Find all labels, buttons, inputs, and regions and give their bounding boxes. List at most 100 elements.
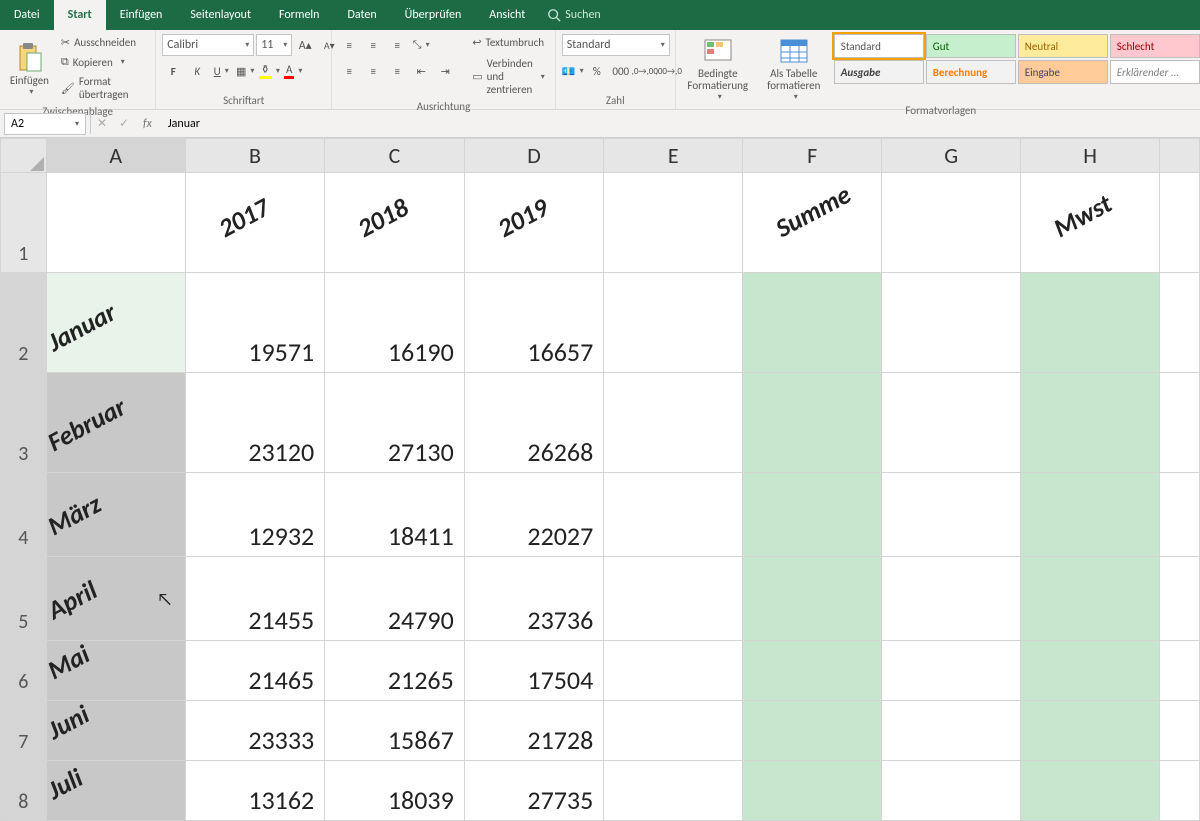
style-berechnung[interactable]: Berechnung (926, 60, 1016, 84)
enter-formula-button[interactable]: ✓ (113, 113, 135, 135)
cell-E7[interactable] (604, 701, 743, 761)
cell-A6[interactable]: Mai (46, 641, 185, 701)
col-header-G[interactable]: G (882, 139, 1021, 173)
cell-A4[interactable]: März (46, 473, 185, 557)
increase-font-button[interactable]: A▴ (294, 34, 316, 56)
merge-center-button[interactable]: ▭Verbinden und zentrieren▾ (468, 55, 549, 98)
cell-B2[interactable]: 19571 (185, 273, 325, 373)
cell-A2[interactable]: Januar (46, 273, 185, 373)
italic-button[interactable]: K (186, 60, 208, 82)
cell-I1[interactable] (1160, 173, 1200, 273)
style-schlecht[interactable]: Schlecht (1110, 34, 1200, 58)
cell-F8[interactable] (743, 761, 882, 821)
cell-H6[interactable] (1021, 641, 1160, 701)
orientation-button[interactable]: ⤡▾ (410, 34, 432, 56)
fx-icon[interactable]: fx (135, 117, 160, 131)
row-header-5[interactable]: 5 (1, 557, 47, 641)
cell-I3[interactable] (1160, 373, 1200, 473)
style-ausgabe[interactable]: Ausgabe (834, 60, 924, 84)
cell-I4[interactable] (1160, 473, 1200, 557)
grid[interactable]: A B C D E F G H 1 2017 2018 2019 Summe M… (0, 138, 1200, 821)
tab-ueberpruefen[interactable]: Überprüfen (391, 0, 476, 30)
cell-B8[interactable]: 13162 (185, 761, 325, 821)
cell-A8[interactable]: Juli (46, 761, 185, 821)
cell-E5[interactable] (604, 557, 743, 641)
tab-formeln[interactable]: Formeln (265, 0, 333, 30)
cell-G3[interactable] (882, 373, 1021, 473)
row-header-7[interactable]: 7 (1, 701, 47, 761)
row-header-4[interactable]: 4 (1, 473, 47, 557)
cell-I5[interactable] (1160, 557, 1200, 641)
cut-button[interactable]: ✂Ausschneiden (57, 34, 149, 51)
style-standard[interactable]: Standard (834, 34, 924, 58)
cell-G4[interactable] (882, 473, 1021, 557)
cell-D5[interactable]: 23736 (464, 557, 604, 641)
cell-C2[interactable]: 16190 (325, 273, 465, 373)
fill-color-button[interactable]: ⚱▾ (258, 60, 280, 82)
copy-button[interactable]: ⧉Kopieren▾ (57, 53, 149, 71)
cell-D2[interactable]: 16657 (464, 273, 604, 373)
cell-G5[interactable] (882, 557, 1021, 641)
border-button[interactable]: ▦▾ (234, 60, 256, 82)
cell-H4[interactable] (1021, 473, 1160, 557)
cell-I8[interactable] (1160, 761, 1200, 821)
font-size-select[interactable]: 11▾ (256, 34, 292, 56)
style-eingabe[interactable]: Eingabe (1018, 60, 1108, 84)
row-header-1[interactable]: 1 (1, 173, 47, 273)
cell-D8[interactable]: 27735 (464, 761, 604, 821)
percent-button[interactable]: % (586, 60, 608, 82)
cell-G7[interactable] (882, 701, 1021, 761)
cancel-formula-button[interactable]: ✕ (91, 113, 113, 135)
cell-F4[interactable] (743, 473, 882, 557)
cell-H1[interactable]: Mwst (1021, 173, 1160, 273)
font-name-select[interactable]: Calibri▾ (162, 34, 254, 56)
cell-C4[interactable]: 18411 (325, 473, 465, 557)
bold-button[interactable]: F (162, 60, 184, 82)
style-neutral[interactable]: Neutral (1018, 34, 1108, 58)
cell-D4[interactable]: 22027 (464, 473, 604, 557)
cell-F5[interactable] (743, 557, 882, 641)
row-header-6[interactable]: 6 (1, 641, 47, 701)
font-color-button[interactable]: A▾ (282, 60, 304, 82)
tab-daten[interactable]: Daten (333, 0, 390, 30)
format-as-table-button[interactable]: Als Tabelle formatieren▾ (758, 34, 830, 102)
col-header-C[interactable]: C (325, 139, 465, 173)
align-center-button[interactable]: ≡ (362, 60, 384, 82)
align-top-button[interactable]: ≡ (338, 34, 360, 56)
outdent-button[interactable]: ⇤ (410, 60, 432, 82)
number-format-select[interactable]: Standard▾ (562, 34, 670, 56)
col-header-A[interactable]: A (46, 139, 185, 173)
thousands-button[interactable]: 000 (610, 60, 632, 82)
style-erklaerender[interactable]: Erklärender ... (1110, 60, 1200, 84)
cell-H8[interactable] (1021, 761, 1160, 821)
tab-ansicht[interactable]: Ansicht (475, 0, 539, 30)
align-left-button[interactable]: ≡ (338, 60, 360, 82)
increase-decimal-button[interactable]: ,0→,00 (634, 60, 656, 82)
col-header-F[interactable]: F (743, 139, 882, 173)
cell-A3[interactable]: Februar (46, 373, 185, 473)
cell-B3[interactable]: 23120 (185, 373, 325, 473)
cell-C8[interactable]: 18039 (325, 761, 465, 821)
conditional-formatting-button[interactable]: Bedingte Formatierung▾ (682, 34, 754, 102)
tab-datei[interactable]: Datei (0, 0, 54, 30)
cell-F3[interactable] (743, 373, 882, 473)
cell-E1[interactable] (604, 173, 743, 273)
row-header-8[interactable]: 8 (1, 761, 47, 821)
cell-D7[interactable]: 21728 (464, 701, 604, 761)
name-box[interactable]: A2▾ (4, 113, 86, 135)
cell-D1[interactable]: 2019 (464, 173, 604, 273)
cell-C6[interactable]: 21265 (325, 641, 465, 701)
cell-G2[interactable] (882, 273, 1021, 373)
col-header-D[interactable]: D (464, 139, 604, 173)
cell-I2[interactable] (1160, 273, 1200, 373)
cell-B6[interactable]: 21465 (185, 641, 325, 701)
cell-C1[interactable]: 2018 (325, 173, 465, 273)
align-middle-button[interactable]: ≡ (362, 34, 384, 56)
cell-B5[interactable]: 21455 (185, 557, 325, 641)
tab-einfuegen[interactable]: Einfügen (106, 0, 177, 30)
cell-C7[interactable]: 15867 (325, 701, 465, 761)
cell-C3[interactable]: 27130 (325, 373, 465, 473)
cell-G1[interactable] (882, 173, 1021, 273)
cell-styles-gallery[interactable]: Standard Gut Neutral Schlecht Ausgabe Be… (834, 34, 1200, 84)
cell-H5[interactable] (1021, 557, 1160, 641)
